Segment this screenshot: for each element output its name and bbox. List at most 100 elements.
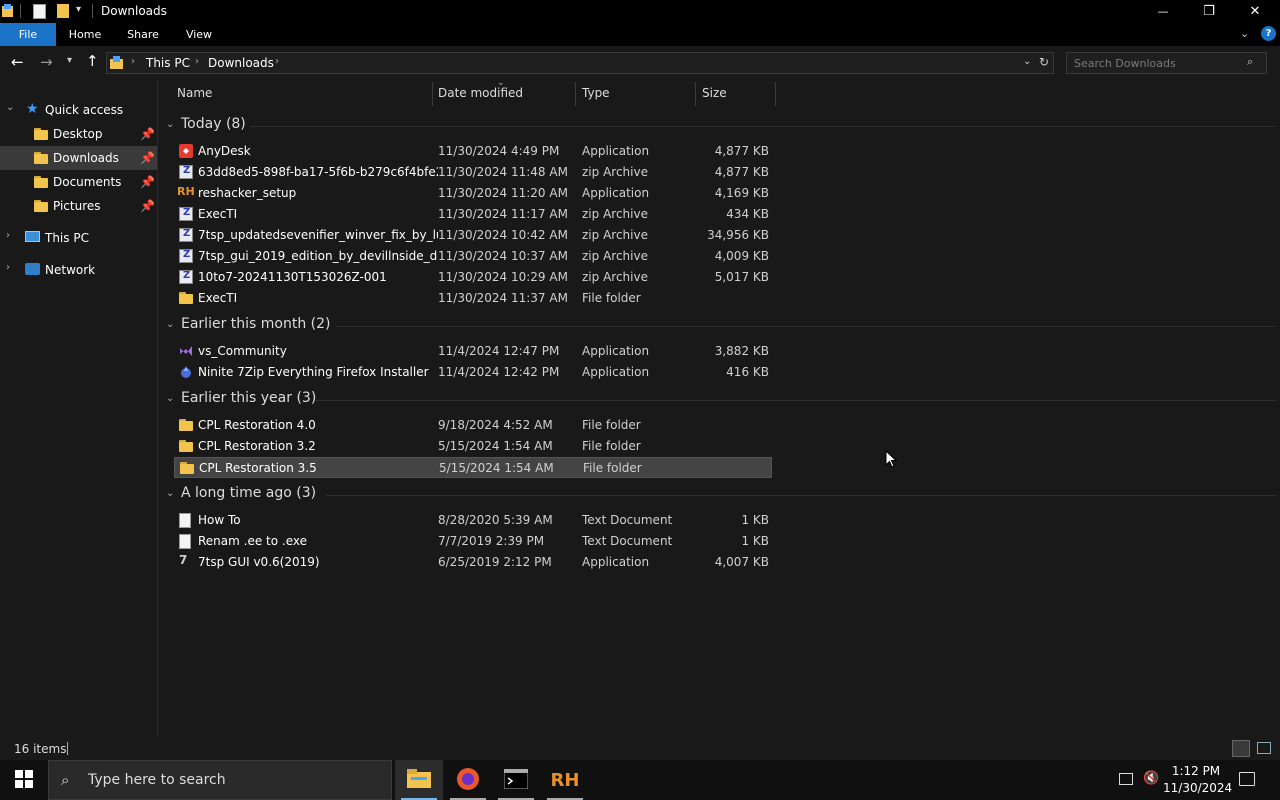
file-row[interactable]: AnyDesk 11/30/2024 4:49 PM Application 4… <box>174 141 772 162</box>
pin-icon[interactable]: 📌 <box>140 175 155 189</box>
divider <box>20 4 21 18</box>
folder-icon <box>179 418 193 431</box>
nav-item-downloads[interactable]: Downloads 📌 <box>0 146 157 170</box>
group-header-today[interactable]: ⌄ Today (8) <box>166 115 1276 137</box>
file-name: ExecTI <box>198 291 238 305</box>
column-divider[interactable] <box>575 82 576 106</box>
file-row[interactable]: Renam .ee to .exe 7/7/2019 2:39 PM Text … <box>174 531 772 552</box>
file-row[interactable]: vs_Community 11/4/2024 12:47 PM Applicat… <box>174 341 772 362</box>
file-type: Text Document <box>582 534 673 548</box>
chevron-right-icon[interactable]: › <box>6 230 10 241</box>
column-divider[interactable] <box>775 82 776 106</box>
file-size: 4,877 KB <box>714 165 769 179</box>
clock-date[interactable]: 11/30/2024 <box>1163 781 1232 795</box>
chevron-down-icon[interactable]: ⌄ <box>166 393 174 404</box>
tab-home[interactable]: Home <box>60 23 110 46</box>
file-name: AnyDesk <box>198 144 251 158</box>
column-divider[interactable] <box>695 82 696 106</box>
network-tray-icon[interactable] <box>1119 773 1133 785</box>
properties-icon[interactable] <box>33 4 46 19</box>
file-row[interactable]: ExecTI 11/30/2024 11:17 AM zip Archive 4… <box>174 204 772 225</box>
new-folder-icon[interactable] <box>57 4 69 18</box>
tab-view[interactable]: View <box>176 23 222 46</box>
star-icon: ★ <box>26 101 39 117</box>
details-view-icon[interactable] <box>1232 740 1250 757</box>
search-icon[interactable]: ⌕ <box>1247 55 1253 69</box>
file-date: 6/25/2019 2:12 PM <box>438 555 552 569</box>
notifications-icon[interactable] <box>1239 772 1255 786</box>
back-arrow-icon[interactable]: ← <box>11 53 24 71</box>
column-header-size[interactable]: Size <box>702 86 727 110</box>
close-button[interactable]: ✕ <box>1232 0 1278 23</box>
address-bar[interactable]: › This PC › Downloads › ⌄ ↻ <box>106 52 1054 74</box>
file-row[interactable]: CPL Restoration 4.0 9/18/2024 4:52 AM Fi… <box>174 415 772 436</box>
group-label: Earlier this month (2) <box>181 316 331 332</box>
maximize-button[interactable]: ❐ <box>1186 0 1232 23</box>
file-date: 8/28/2020 5:39 AM <box>438 513 553 527</box>
address-history-icon[interactable]: ⌄ <box>1023 56 1031 67</box>
file-size: 4,009 KB <box>714 249 769 263</box>
pin-icon[interactable]: 📌 <box>140 127 155 141</box>
search-input[interactable] <box>1067 53 1242 73</box>
column-divider[interactable] <box>432 82 433 106</box>
chevron-right-icon[interactable]: › <box>6 262 10 273</box>
column-header-name[interactable]: Name <box>177 86 212 110</box>
file-row[interactable]: 7 7tsp GUI v0.6(2019) 6/25/2019 2:12 PM … <box>174 552 772 573</box>
chevron-down-icon[interactable]: ⌄ <box>166 488 174 499</box>
help-icon[interactable]: ? <box>1261 26 1276 41</box>
file-row[interactable]: How To 8/28/2020 5:39 AM Text Document 1… <box>174 510 772 531</box>
file-type: zip Archive <box>582 228 648 242</box>
customize-toolbar-icon[interactable]: ▾ <box>76 4 81 15</box>
start-button[interactable] <box>0 760 48 800</box>
nav-item-desktop[interactable]: Desktop 📌 <box>0 122 157 146</box>
breadcrumb-chevron-icon: › <box>275 56 279 67</box>
taskbar-terminal[interactable] <box>492 760 540 800</box>
chevron-down-icon[interactable]: ⌄ <box>166 319 174 330</box>
expand-ribbon-icon[interactable]: ⌄ <box>1240 27 1249 40</box>
file-row[interactable]: RH reshacker_setup 11/30/2024 11:20 AM A… <box>174 183 772 204</box>
breadcrumb-this-pc[interactable]: This PC <box>146 56 190 70</box>
taskbar-firefox[interactable] <box>444 760 492 800</box>
large-icons-view-icon[interactable] <box>1257 742 1271 754</box>
forward-arrow-icon[interactable]: → <box>40 53 53 71</box>
file-row[interactable]: 7tsp_gui_2019_edition_by_devillnside_dd.… <box>174 246 772 267</box>
column-header-type[interactable]: Type <box>582 86 610 110</box>
group-header-a-long-time-ago[interactable]: ⌄ A long time ago (3) <box>166 484 1276 506</box>
pin-icon[interactable]: 📌 <box>140 151 155 165</box>
group-label: Earlier this year (3) <box>181 390 317 406</box>
breadcrumb-downloads[interactable]: Downloads <box>208 56 274 70</box>
nav-item-pictures[interactable]: Pictures 📌 <box>0 194 157 218</box>
file-row[interactable]: 10to7-20241130T153026Z-001 11/30/2024 10… <box>174 267 772 288</box>
file-row-selected[interactable]: CPL Restoration 3.5 5/15/2024 1:54 AM Fi… <box>174 457 772 478</box>
file-size: 4,169 KB <box>714 186 769 200</box>
taskbar-reshacker[interactable]: RH <box>541 760 589 800</box>
file-row[interactable]: CPL Restoration 3.2 5/15/2024 1:54 AM Fi… <box>174 436 772 457</box>
nav-network[interactable]: › Network <box>0 258 157 282</box>
column-header-date[interactable]: Date modified <box>438 86 523 110</box>
minimize-button[interactable]: — <box>1140 0 1186 23</box>
volume-muted-icon[interactable]: 🔇 <box>1143 771 1159 786</box>
refresh-icon[interactable]: ↻ <box>1039 55 1049 69</box>
tab-file[interactable]: File <box>0 23 56 46</box>
nav-this-pc[interactable]: › This PC <box>0 226 157 250</box>
nav-quick-access[interactable]: ⌄ ★ Quick access <box>0 98 157 122</box>
clock-time[interactable]: 1:12 PM <box>1166 764 1226 778</box>
recent-locations-icon[interactable]: ▾ <box>67 55 72 66</box>
tab-share[interactable]: Share <box>118 23 168 46</box>
up-arrow-icon[interactable]: ↑ <box>86 52 99 70</box>
file-row[interactable]: 63dd8ed5-898f-ba17-5f6b-b279c6f4bfe2 11/… <box>174 162 772 183</box>
group-header-earlier-this-month[interactable]: ⌄ Earlier this month (2) <box>166 315 1276 337</box>
nav-item-documents[interactable]: Documents 📌 <box>0 170 157 194</box>
search-box[interactable]: ⌕ <box>1066 52 1267 74</box>
taskbar-search-box[interactable]: ⌕ Type here to search <box>48 760 392 800</box>
file-row[interactable]: 7tsp_updatedsevenifier_winver_fix_by_lu.… <box>174 225 772 246</box>
chevron-down-icon[interactable]: ⌄ <box>6 102 14 113</box>
file-name: vs_Community <box>198 344 287 358</box>
pin-icon[interactable]: 📌 <box>140 199 155 213</box>
group-header-earlier-this-year[interactable]: ⌄ Earlier this year (3) <box>166 389 1276 411</box>
chevron-down-icon[interactable]: ⌄ <box>166 119 174 130</box>
downloads-folder-icon <box>110 56 123 70</box>
taskbar-file-explorer[interactable] <box>395 760 443 800</box>
file-row[interactable]: ExecTI 11/30/2024 11:37 AM File folder <box>174 288 772 309</box>
file-row[interactable]: Ninite 7Zip Everything Firefox Installer… <box>174 362 772 383</box>
